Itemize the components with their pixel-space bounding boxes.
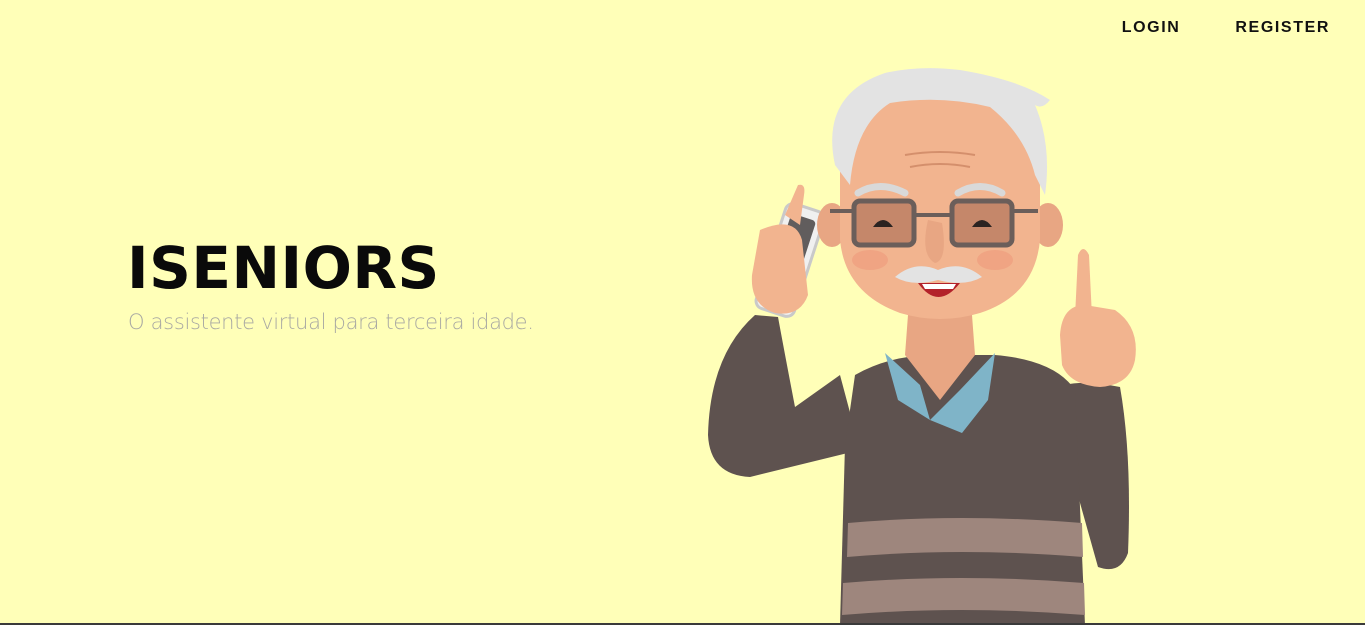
sweater-stripe-top	[847, 518, 1083, 557]
hero-section: ISENIORS O assistente virtual para terce…	[127, 232, 534, 334]
elderly-man-on-phone-illustration	[708, 68, 1136, 625]
pointing-finger	[1075, 249, 1092, 317]
top-navigation: LOGIN REGISTER	[1122, 19, 1330, 37]
left-arm	[708, 315, 860, 477]
register-link[interactable]: REGISTER	[1235, 19, 1330, 37]
login-link[interactable]: LOGIN	[1122, 19, 1181, 37]
page-title: ISENIORS	[127, 234, 440, 302]
right-hand	[1060, 305, 1136, 387]
page-subtitle: O assistente virtual para terceira idade…	[128, 310, 534, 334]
left-hand	[751, 224, 808, 314]
sweater-stripe-bottom	[842, 578, 1085, 615]
